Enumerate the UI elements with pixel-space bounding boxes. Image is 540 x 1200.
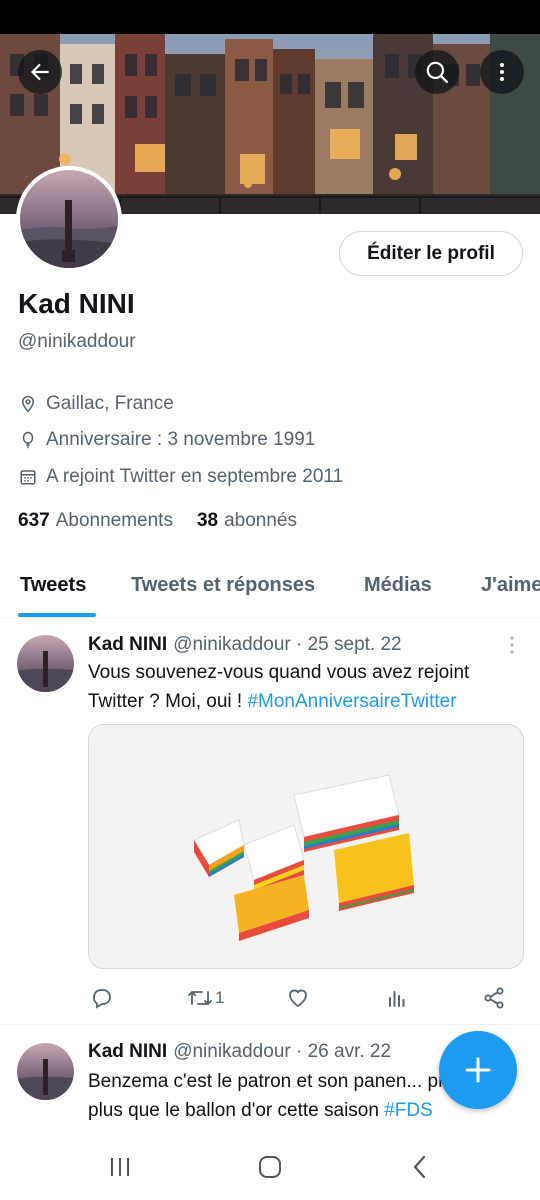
views-button[interactable]: [385, 986, 409, 1010]
tab-media[interactable]: Médias: [364, 574, 432, 597]
tab-tweets[interactable]: Tweets: [20, 574, 86, 597]
tweet-hashtag[interactable]: #MonAnniversaireTwitter: [247, 691, 456, 712]
recent-apps-button[interactable]: [105, 1154, 135, 1180]
location-pin-icon: [18, 394, 38, 414]
following-link[interactable]: 637 Abonnements: [18, 510, 173, 532]
plus-icon: [465, 1057, 491, 1083]
home-icon: [259, 1156, 281, 1178]
profile-joined: A rejoint Twitter en septembre 2011: [18, 466, 343, 488]
search-button[interactable]: [415, 50, 459, 94]
profile-display-name: Kad NINI: [18, 288, 135, 319]
active-tab-indicator: [18, 613, 96, 617]
compose-tweet-button[interactable]: [439, 1031, 517, 1109]
edit-profile-button[interactable]: Éditer le profil: [339, 231, 523, 276]
tweet-author-name[interactable]: Kad NINI: [88, 634, 167, 655]
search-icon: [426, 61, 448, 83]
avatar[interactable]: [16, 166, 122, 272]
home-button[interactable]: [255, 1154, 285, 1180]
chevron-left-icon: [413, 1155, 426, 1179]
balloon-icon: [18, 430, 38, 450]
retweet-button[interactable]: 1: [187, 986, 224, 1010]
share-icon: [484, 987, 504, 1009]
heart-icon: [289, 989, 307, 1008]
following-label: Abonnements: [55, 510, 173, 531]
profile-location: Gaillac, France: [18, 393, 174, 415]
joined-text: A rejoint Twitter en septembre 2011: [46, 466, 344, 487]
followers-count: 38: [196, 510, 219, 531]
more-options-button[interactable]: [480, 50, 524, 94]
followers-link[interactable]: 38 abonnés: [197, 510, 297, 532]
tab-tweets-and-replies[interactable]: Tweets et réponses: [131, 574, 315, 597]
location-text: Gaillac, France: [46, 393, 174, 414]
tweet-meta: @ninikaddour · 26 avr. 22: [173, 1041, 392, 1062]
following-count: 637: [18, 510, 50, 531]
arrow-left-icon: [30, 63, 49, 81]
system-back-button[interactable]: [405, 1154, 435, 1180]
system-navigation-bar: [0, 1132, 540, 1200]
birthday-text: Anniversaire : 3 novembre 1991: [46, 429, 316, 450]
tweet-meta: @ninikaddour · 25 sept. 22: [173, 634, 402, 655]
like-button[interactable]: [286, 986, 310, 1010]
reply-button[interactable]: [90, 986, 114, 1010]
tweet-author-name[interactable]: Kad NINI: [88, 1041, 167, 1062]
profile-handle: @ninikaddour: [18, 331, 136, 352]
profile-birthday: Anniversaire : 3 novembre 1991: [18, 429, 315, 451]
tweet-actions: 1: [0, 982, 540, 1014]
tweet-header: Kad NINI @ninikaddour · 25 sept. 22: [88, 634, 402, 656]
calendar-icon: [18, 467, 38, 487]
tweet-header: Kad NINI @ninikaddour · 26 avr. 22: [88, 1041, 391, 1063]
more-vertical-icon[interactable]: [504, 635, 520, 655]
more-vertical-icon: [500, 63, 504, 81]
tweet-avatar[interactable]: [17, 635, 74, 692]
back-button[interactable]: [18, 50, 62, 94]
retweet-icon: [188, 991, 212, 1005]
reply-icon: [93, 989, 111, 1009]
tweet-avatar[interactable]: [17, 1043, 74, 1100]
tweet-text: Vous souvenez-vous quand vous avez rejoi…: [88, 658, 518, 716]
status-bar: [0, 0, 540, 34]
follow-stats: 637 Abonnements 38 abonnés: [18, 510, 321, 532]
profile-tabs: Tweets Tweets et réponses Médias J'aime: [0, 560, 540, 618]
tweet-hashtag[interactable]: #FDS: [384, 1100, 433, 1121]
retweet-count: 1: [215, 988, 225, 1007]
followers-label: abonnés: [224, 510, 297, 531]
recent-apps-icon: [111, 1158, 129, 1176]
tweet-media-image[interactable]: [88, 724, 524, 969]
tab-likes[interactable]: J'aime: [481, 574, 540, 597]
analytics-icon: [389, 991, 405, 1007]
share-button[interactable]: [482, 986, 506, 1010]
